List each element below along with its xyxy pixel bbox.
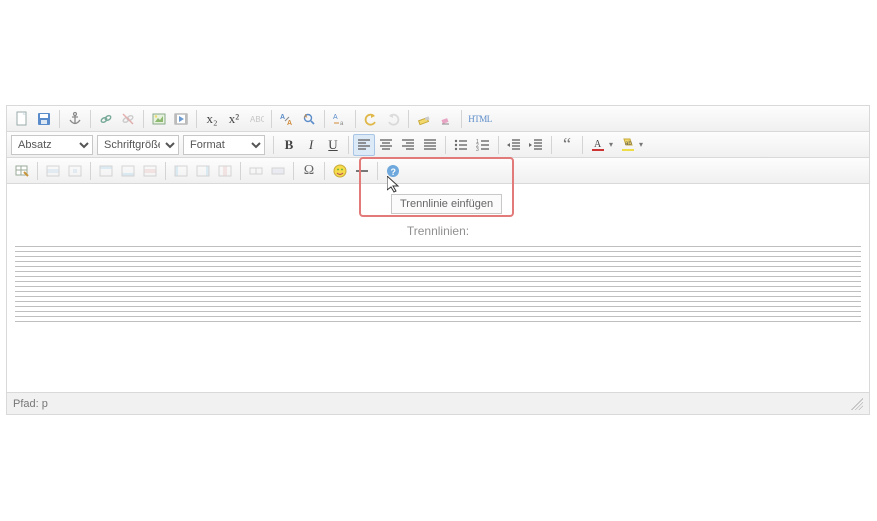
hr-line xyxy=(15,251,861,252)
align-center-button[interactable] xyxy=(375,134,397,156)
paragraph-select[interactable]: Absatz xyxy=(11,135,93,155)
status-bar: Pfad: p xyxy=(7,392,869,414)
subscript-button[interactable]: x₂ xyxy=(201,108,223,130)
html-source-button[interactable]: HTML xyxy=(466,108,494,130)
abbr-button[interactable]: ABC xyxy=(245,108,267,130)
svg-text:3: 3 xyxy=(476,147,479,153)
svg-text:?: ? xyxy=(391,167,397,177)
undo-button[interactable] xyxy=(360,108,382,130)
svg-text:A: A xyxy=(287,120,292,127)
ordered-list-button[interactable]: 123 xyxy=(472,134,494,156)
hr-line xyxy=(15,261,861,262)
anchor-button[interactable] xyxy=(64,108,86,130)
toolbar-row-3: Ω ? xyxy=(7,158,869,184)
image-button[interactable] xyxy=(148,108,170,130)
path-display: Pfad: p xyxy=(13,398,48,410)
edit-table-button[interactable] xyxy=(11,160,33,182)
merge-cells-button[interactable] xyxy=(267,160,289,182)
new-doc-button[interactable] xyxy=(11,108,33,130)
clear-format-button[interactable] xyxy=(413,108,435,130)
cell-props-button[interactable] xyxy=(64,160,86,182)
format-select[interactable]: Format xyxy=(183,135,265,155)
source-button[interactable]: Aa xyxy=(329,108,351,130)
hr-line xyxy=(15,311,861,312)
link-button[interactable] xyxy=(95,108,117,130)
insert-col-before-button[interactable] xyxy=(170,160,192,182)
svg-text:ab: ab xyxy=(625,141,632,147)
indent-button[interactable] xyxy=(525,134,547,156)
save-button[interactable] xyxy=(33,108,55,130)
fontsize-select[interactable]: Schriftgröße xyxy=(97,135,179,155)
hr-line xyxy=(15,271,861,272)
align-left-button[interactable] xyxy=(353,134,375,156)
hr-line xyxy=(15,286,861,287)
tooltip: Trennlinie einfügen xyxy=(391,194,502,214)
content-caption: Trennlinien: xyxy=(15,224,861,238)
svg-text:a: a xyxy=(340,121,344,127)
align-right-button[interactable] xyxy=(397,134,419,156)
text-color-dropdown[interactable]: ▾ xyxy=(607,140,615,149)
redo-button[interactable] xyxy=(382,108,404,130)
hr-line xyxy=(15,276,861,277)
blockquote-button[interactable]: “ xyxy=(556,134,578,156)
hr-line xyxy=(15,321,861,322)
horizontal-rule-button[interactable] xyxy=(351,160,373,182)
text-color-button[interactable]: A xyxy=(587,134,609,156)
emoticon-button[interactable] xyxy=(329,160,351,182)
editor-content[interactable]: Trennlinien: xyxy=(7,184,869,392)
find-replace-button[interactable]: AA xyxy=(276,108,298,130)
hr-line xyxy=(15,246,861,247)
toolbar-row-2: Absatz Schriftgröße Format B I U 123 xyxy=(7,132,869,158)
hr-line xyxy=(15,256,861,257)
italic-button[interactable]: I xyxy=(300,134,322,156)
help-button[interactable]: ? xyxy=(382,160,404,182)
hr-line xyxy=(15,296,861,297)
media-button[interactable] xyxy=(170,108,192,130)
editor-container: x₂ x² ABC AA A Aa HTML xyxy=(6,105,870,415)
resize-handle[interactable] xyxy=(851,398,863,410)
unlink-button[interactable] xyxy=(117,108,139,130)
insert-row-after-button[interactable] xyxy=(117,160,139,182)
align-justify-button[interactable] xyxy=(419,134,441,156)
bg-color-dropdown[interactable]: ▾ xyxy=(637,140,645,149)
find-button[interactable]: A xyxy=(298,108,320,130)
svg-text:A: A xyxy=(594,139,602,150)
delete-col-button[interactable] xyxy=(214,160,236,182)
underline-button[interactable]: U xyxy=(322,134,344,156)
row-props-button[interactable] xyxy=(42,160,64,182)
bold-button[interactable]: B xyxy=(278,134,300,156)
superscript-button[interactable]: x² xyxy=(223,108,245,130)
delete-row-button[interactable] xyxy=(139,160,161,182)
hr-line xyxy=(15,281,861,282)
split-cells-button[interactable] xyxy=(245,160,267,182)
svg-text:ABC: ABC xyxy=(250,115,264,124)
bg-color-button[interactable]: ab xyxy=(617,134,639,156)
svg-text:A: A xyxy=(280,114,285,121)
hr-line xyxy=(15,291,861,292)
path-value: p xyxy=(42,398,48,410)
unordered-list-button[interactable] xyxy=(450,134,472,156)
hr-line xyxy=(15,306,861,307)
toolbar-row-1: x₂ x² ABC AA A Aa HTML xyxy=(7,106,869,132)
remove-format-button[interactable] xyxy=(435,108,457,130)
hr-line xyxy=(15,301,861,302)
special-char-button[interactable]: Ω xyxy=(298,160,320,182)
insert-row-before-button[interactable] xyxy=(95,160,117,182)
hr-line xyxy=(15,316,861,317)
svg-text:A: A xyxy=(333,114,338,121)
path-label: Pfad: xyxy=(13,398,39,410)
hr-line xyxy=(15,266,861,267)
insert-col-after-button[interactable] xyxy=(192,160,214,182)
outdent-button[interactable] xyxy=(503,134,525,156)
